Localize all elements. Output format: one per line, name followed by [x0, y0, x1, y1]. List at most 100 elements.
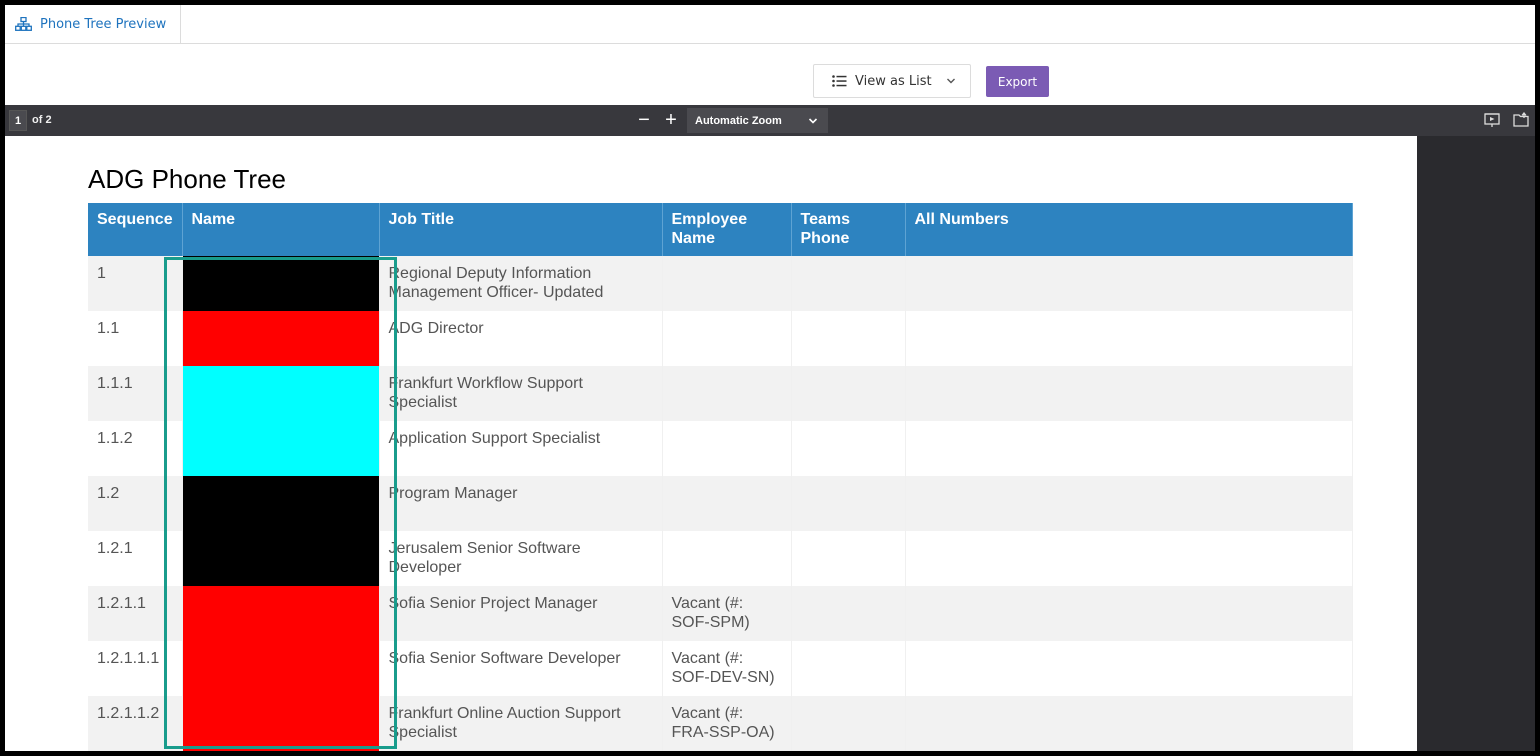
- hierarchy-icon: [15, 17, 32, 31]
- teams-phone-cell: [791, 256, 906, 311]
- employee-name-cell: [662, 256, 792, 311]
- tab-bar: Phone Tree Preview: [5, 5, 1535, 44]
- name-redaction: [182, 421, 379, 476]
- job-title-cell: Sofia Senior Software Developer: [379, 641, 663, 696]
- table-row: 1.2.1.1.1 Sofia Senior Software Developer…: [88, 641, 1353, 696]
- job-title-cell: Frankfurt Online Auction Support Special…: [379, 696, 663, 751]
- view-mode-label: View as List: [855, 73, 932, 89]
- table-row: 1.1 ADG Director: [88, 311, 1353, 366]
- teams-phone-cell: [791, 696, 906, 751]
- preview-toolbar: View as List Export: [5, 44, 1535, 105]
- export-button[interactable]: Export: [986, 66, 1049, 97]
- name-cell: [182, 366, 380, 421]
- teams-phone-cell: [791, 366, 906, 421]
- column-header: Teams Phone: [791, 203, 906, 256]
- zoom-label: Automatic Zoom: [695, 114, 782, 127]
- phone-tree-table: Sequence Name Job Title Employee Name Te…: [88, 203, 1353, 751]
- table-row: 1.2 Program Manager: [88, 476, 1353, 531]
- sequence-cell: 1.1.2: [88, 421, 183, 476]
- name-redaction: [182, 641, 379, 696]
- name-redaction: [182, 366, 379, 421]
- all-numbers-cell: [905, 256, 1353, 311]
- column-header: All Numbers: [905, 203, 1353, 256]
- presentation-mode-icon[interactable]: [1484, 112, 1500, 128]
- table-header-row: Sequence Name Job Title Employee Name Te…: [88, 203, 1353, 256]
- sequence-cell: 1.2.1.1: [88, 586, 183, 641]
- pdf-viewer[interactable]: ADG Phone Tree Sequence Name Job Title E…: [5, 136, 1535, 751]
- name-redaction: [182, 256, 379, 311]
- all-numbers-cell: [905, 531, 1353, 586]
- name-cell: [182, 476, 380, 531]
- table-row: 1.1.1 Frankfurt Workflow Support Speciali…: [88, 366, 1353, 421]
- name-cell: [182, 641, 380, 696]
- column-header: Job Title: [379, 203, 663, 256]
- all-numbers-cell: [905, 696, 1353, 751]
- document-title: ADG Phone Tree: [88, 164, 286, 194]
- name-cell: [182, 696, 380, 751]
- job-title-cell: Application Support Specialist: [379, 421, 663, 476]
- all-numbers-cell: [905, 421, 1353, 476]
- column-header: Name: [182, 203, 380, 256]
- job-title-cell: Regional Deputy Information Management O…: [379, 256, 663, 311]
- tab-label: Phone Tree Preview: [40, 16, 167, 32]
- employee-name-cell: [662, 531, 792, 586]
- viewer-gutter: [5, 136, 21, 751]
- all-numbers-cell: [905, 366, 1353, 421]
- teams-phone-cell: [791, 586, 906, 641]
- employee-name-cell: Vacant (#: SOF-DEV-SN): [662, 641, 792, 696]
- teams-phone-cell: [791, 641, 906, 696]
- name-cell: [182, 586, 380, 641]
- all-numbers-cell: [905, 476, 1353, 531]
- sequence-cell: 1.2.1.1.2: [88, 696, 183, 751]
- name-redaction: [182, 696, 379, 751]
- name-cell: [182, 531, 380, 586]
- table-row: 1.2.1.1 Sofia Senior Project Manager Vacan…: [88, 586, 1353, 641]
- sequence-cell: 1.2: [88, 476, 183, 531]
- teams-phone-cell: [791, 531, 906, 586]
- all-numbers-cell: [905, 311, 1353, 366]
- open-file-icon[interactable]: [1513, 112, 1529, 128]
- tab-phone-tree-preview[interactable]: Phone Tree Preview: [5, 5, 181, 43]
- name-redaction: [182, 476, 379, 531]
- sequence-cell: 1.2.1: [88, 531, 183, 586]
- all-numbers-cell: [905, 586, 1353, 641]
- name-cell: [182, 311, 380, 366]
- employee-name-cell: [662, 421, 792, 476]
- employee-name-cell: [662, 476, 792, 531]
- name-cell: [182, 421, 380, 476]
- employee-name-cell: [662, 366, 792, 421]
- column-header: Sequence: [88, 203, 183, 256]
- chevron-down-icon: [808, 118, 818, 124]
- zoom-out-button[interactable]: −: [633, 108, 655, 132]
- zoom-in-button[interactable]: +: [660, 108, 682, 132]
- table-row: 1.2.1 Jerusalem Senior Software Developer: [88, 531, 1353, 586]
- table-row: 1.1.2 Application Support Specialist: [88, 421, 1353, 476]
- sequence-cell: 1.1: [88, 311, 183, 366]
- job-title-cell: Sofia Senior Project Manager: [379, 586, 663, 641]
- teams-phone-cell: [791, 421, 906, 476]
- column-header: Employee Name: [662, 203, 792, 256]
- name-redaction: [182, 586, 379, 641]
- employee-name-cell: Vacant (#: FRA-SSP-OA): [662, 696, 792, 751]
- pdf-page: ADG Phone Tree Sequence Name Job Title E…: [21, 136, 1417, 751]
- table-row: 1.2.1.1.2 Frankfurt Online Auction Suppor…: [88, 696, 1353, 751]
- name-redaction: [182, 531, 379, 586]
- view-mode-select[interactable]: View as List: [813, 64, 971, 98]
- job-title-cell: ADG Director: [379, 311, 663, 366]
- name-redaction: [182, 311, 379, 366]
- teams-phone-cell: [791, 476, 906, 531]
- employee-name-cell: [662, 311, 792, 366]
- table-row: 1 Regional Deputy Information Management …: [88, 256, 1353, 311]
- all-numbers-cell: [905, 641, 1353, 696]
- teams-phone-cell: [791, 311, 906, 366]
- zoom-select[interactable]: Automatic Zoom: [687, 108, 828, 133]
- chevron-down-icon: [947, 78, 955, 84]
- job-title-cell: Program Manager: [379, 476, 663, 531]
- app-window: Phone Tree Preview View as List Export 1…: [5, 5, 1535, 751]
- sequence-cell: 1: [88, 256, 183, 311]
- job-title-cell: Frankfurt Workflow Support Specialist: [379, 366, 663, 421]
- list-icon: [832, 75, 847, 87]
- page-number-input[interactable]: 1: [9, 110, 27, 131]
- name-cell: [182, 256, 380, 311]
- job-title-cell: Jerusalem Senior Software Developer: [379, 531, 663, 586]
